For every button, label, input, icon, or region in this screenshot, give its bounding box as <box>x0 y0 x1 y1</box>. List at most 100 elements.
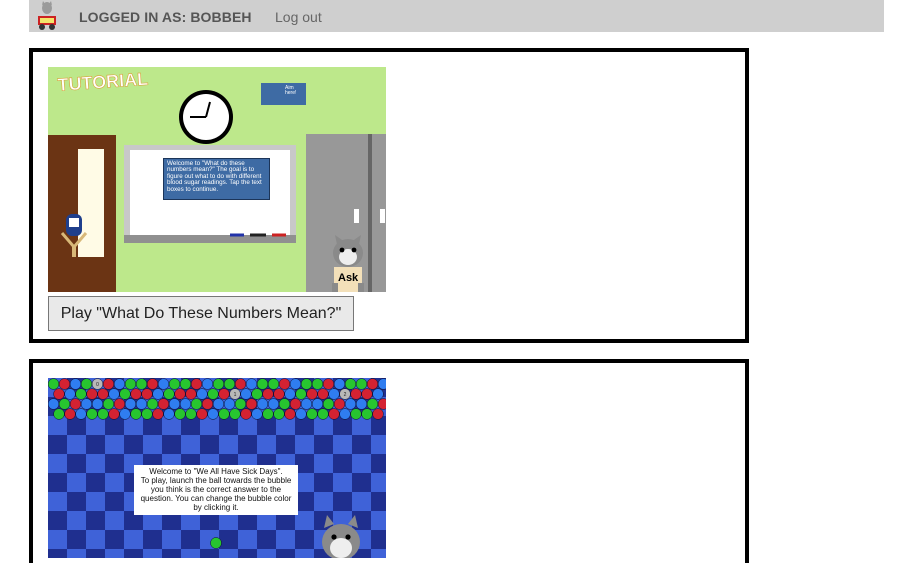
bubble[interactable] <box>328 388 340 400</box>
bubble[interactable] <box>207 408 219 420</box>
bubble[interactable] <box>240 408 252 420</box>
bubble[interactable] <box>53 408 65 420</box>
bubble[interactable] <box>361 388 373 400</box>
bubble[interactable] <box>218 408 230 420</box>
tutorial-game-image[interactable]: TUTORIAL Aim here! Welcome to "What do t… <box>48 67 386 292</box>
bubble[interactable] <box>350 408 362 420</box>
bubble[interactable] <box>366 398 379 410</box>
bubble[interactable] <box>328 408 340 420</box>
bubble[interactable] <box>218 388 230 400</box>
bubble[interactable] <box>223 378 236 390</box>
bubble[interactable] <box>124 398 137 410</box>
bubble[interactable] <box>185 388 197 400</box>
bubble[interactable] <box>267 398 280 410</box>
bubble[interactable] <box>91 398 104 410</box>
bubble[interactable] <box>75 408 87 420</box>
bubble[interactable] <box>355 398 368 410</box>
bubble[interactable] <box>278 378 291 390</box>
bubble[interactable] <box>168 378 181 390</box>
bubble[interactable] <box>350 388 362 400</box>
bubble[interactable] <box>80 398 93 410</box>
bubble[interactable] <box>163 388 175 400</box>
bubble[interactable] <box>234 378 247 390</box>
bubble[interactable] <box>245 398 258 410</box>
bubble[interactable] <box>108 408 120 420</box>
bubble[interactable] <box>322 398 335 410</box>
bubble[interactable] <box>119 408 131 420</box>
bubble[interactable] <box>146 378 159 390</box>
bubble[interactable] <box>174 408 186 420</box>
bubble[interactable] <box>113 378 126 390</box>
bubble[interactable] <box>130 388 142 400</box>
bubble-game-message[interactable]: Welcome to "We All Have Sick Days". To p… <box>134 465 298 515</box>
bubble[interactable] <box>157 378 170 390</box>
bubble[interactable] <box>48 378 60 390</box>
bubble[interactable] <box>207 388 219 400</box>
bubble[interactable] <box>124 378 137 390</box>
tutorial-message-box[interactable]: Welcome to "What do these numbers mean?"… <box>163 158 270 200</box>
bubble[interactable] <box>130 408 142 420</box>
bubble[interactable] <box>251 408 263 420</box>
bubble[interactable] <box>53 388 65 400</box>
bubble[interactable] <box>344 398 357 410</box>
bubble[interactable] <box>119 388 131 400</box>
bubble[interactable] <box>311 378 324 390</box>
bubble[interactable] <box>108 388 120 400</box>
bubble[interactable] <box>229 408 241 420</box>
logout-link[interactable]: Log out <box>275 9 322 25</box>
bubble-game-image[interactable]: 0 1 2 Welcome to "We All Have Sick Days". … <box>48 378 386 558</box>
bubble[interactable] <box>333 398 346 410</box>
bubble[interactable] <box>311 398 324 410</box>
bubble[interactable] <box>284 388 296 400</box>
bubble[interactable] <box>284 408 296 420</box>
bubble[interactable] <box>86 388 98 400</box>
bubble[interactable] <box>262 388 274 400</box>
bubble[interactable] <box>201 398 214 410</box>
bubble[interactable] <box>240 388 252 400</box>
bubble[interactable] <box>306 388 318 400</box>
bubble[interactable] <box>212 398 225 410</box>
bubble[interactable] <box>190 398 203 410</box>
bubble[interactable] <box>97 388 109 400</box>
bubble[interactable] <box>278 398 291 410</box>
bubble[interactable] <box>295 408 307 420</box>
bubble[interactable] <box>372 408 384 420</box>
bubble[interactable] <box>317 388 329 400</box>
bubble[interactable] <box>152 408 164 420</box>
bubble[interactable] <box>179 378 192 390</box>
bubble[interactable] <box>168 398 181 410</box>
bubble[interactable] <box>163 408 175 420</box>
bubble[interactable] <box>339 408 351 420</box>
bubble[interactable] <box>80 378 93 390</box>
bubble[interactable] <box>322 378 335 390</box>
bubble[interactable] <box>251 388 263 400</box>
bubble[interactable] <box>102 378 115 390</box>
bubble[interactable] <box>223 398 236 410</box>
bubble[interactable] <box>152 388 164 400</box>
bubble[interactable] <box>295 388 307 400</box>
bubble[interactable] <box>113 398 126 410</box>
bubble[interactable] <box>366 378 379 390</box>
bubble[interactable] <box>245 378 258 390</box>
bubble[interactable] <box>201 378 214 390</box>
bubble[interactable] <box>212 378 225 390</box>
play-what-do-these-numbers-mean-button[interactable]: Play "What Do These Numbers Mean?" <box>48 296 354 331</box>
bubble[interactable] <box>234 398 247 410</box>
bubble[interactable] <box>273 408 285 420</box>
ask-button-label[interactable]: Ask <box>338 272 358 284</box>
bubble[interactable] <box>75 388 87 400</box>
bubble[interactable] <box>141 408 153 420</box>
bubble[interactable] <box>333 378 346 390</box>
bubble[interactable] <box>64 408 76 420</box>
bubble[interactable] <box>355 378 368 390</box>
bubble[interactable] <box>69 378 82 390</box>
bubble[interactable] <box>196 408 208 420</box>
bubble[interactable] <box>135 398 148 410</box>
bubble[interactable] <box>64 388 76 400</box>
bubble[interactable] <box>185 408 197 420</box>
bubble[interactable] <box>317 408 329 420</box>
bubble[interactable] <box>361 408 373 420</box>
bubble[interactable] <box>146 398 159 410</box>
bubble[interactable] <box>190 378 203 390</box>
bubble[interactable] <box>300 378 313 390</box>
